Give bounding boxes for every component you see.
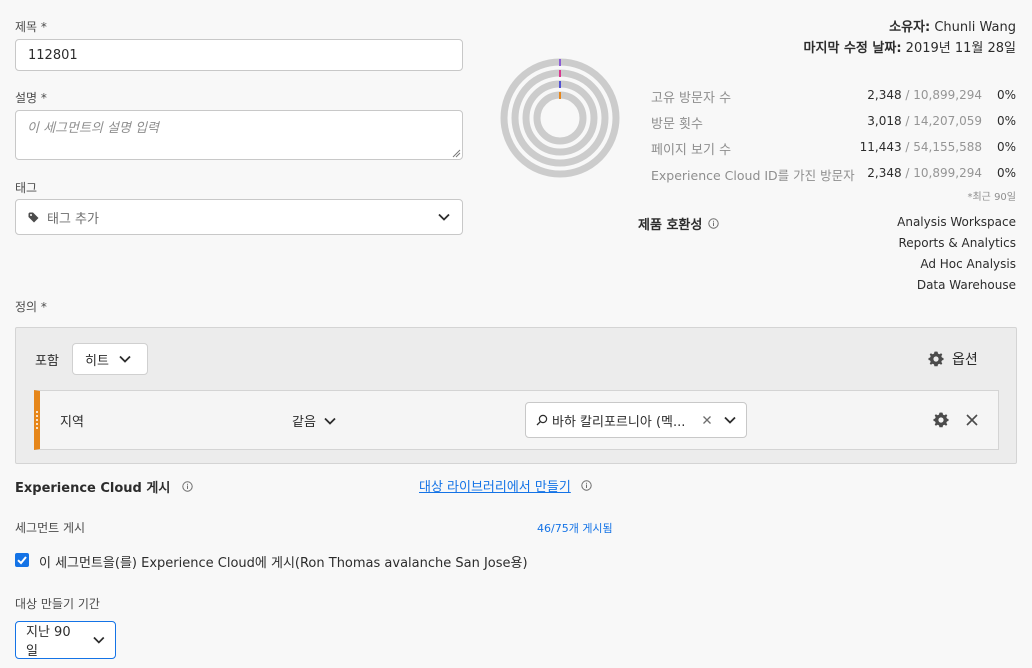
rule-dimension[interactable]: 지역 bbox=[60, 411, 84, 430]
metric-percent: 0% bbox=[996, 114, 1016, 128]
metric-name: 페이지 보기 수 bbox=[651, 143, 732, 158]
metric-count: 11,443 bbox=[859, 140, 902, 154]
drag-handle-icon[interactable] bbox=[35, 410, 39, 430]
compat-product: Data Warehouse bbox=[916, 278, 1016, 292]
chevron-down-icon bbox=[324, 417, 336, 425]
metric-count: 3,018 bbox=[867, 114, 902, 128]
metric-value: 2,348 / 10,899,294 bbox=[867, 88, 982, 102]
metric-count: 2,348 bbox=[867, 166, 902, 180]
period-value: 지난 90일 bbox=[26, 625, 71, 659]
operator-value: 같음 bbox=[292, 415, 316, 430]
compatibility-header: 제품 호환성 bbox=[638, 214, 720, 233]
metrics-note: *최근 90일 bbox=[967, 192, 1016, 203]
description-input[interactable] bbox=[15, 110, 463, 160]
metric-count: 2,348 bbox=[867, 88, 902, 102]
search-icon bbox=[536, 414, 548, 426]
tag-select[interactable]: 태그 추가 bbox=[15, 199, 463, 235]
ec-publish-label: Experience Cloud 게시 bbox=[15, 481, 171, 496]
audience-library-link[interactable]: 대상 라이브러리에서 만들기 bbox=[419, 476, 571, 495]
options-button[interactable]: 옵션 bbox=[928, 349, 978, 369]
container-type-value: 히트 bbox=[85, 353, 109, 369]
tag-label: 태그 bbox=[15, 181, 38, 195]
metric-name: 고유 방문자 수 bbox=[651, 91, 732, 106]
metric-name: Experience Cloud ID를 가진 방문자 bbox=[651, 168, 855, 183]
modified-label: 마지막 수정 날짜: bbox=[803, 41, 902, 56]
modified-date: 2019년 11월 28일 bbox=[905, 41, 1016, 56]
ring-ecid-visitors bbox=[533, 91, 587, 145]
title-input[interactable] bbox=[15, 39, 463, 71]
owner-info: 소유자: Chunli Wang bbox=[889, 16, 1016, 35]
info-icon[interactable] bbox=[182, 481, 194, 492]
publish-checkbox[interactable] bbox=[15, 553, 29, 567]
owner-name: Chunli Wang bbox=[934, 20, 1016, 35]
value-text: 바하 칼리포르니아 (멕... bbox=[552, 414, 686, 430]
info-icon[interactable] bbox=[581, 480, 592, 491]
chevron-down-icon bbox=[93, 636, 105, 644]
chevron-down-icon bbox=[438, 213, 450, 221]
description-label: 설명 * bbox=[15, 91, 47, 105]
modified-info: 마지막 수정 날짜: 2019년 11월 28일 bbox=[804, 37, 1016, 56]
metric-name: 방문 횟수 bbox=[651, 117, 703, 132]
clear-icon[interactable] bbox=[702, 415, 712, 425]
metric-total: / 54,155,588 bbox=[901, 140, 982, 154]
period-select[interactable]: 지난 90일 bbox=[15, 621, 116, 659]
close-icon[interactable] bbox=[966, 414, 978, 426]
owner-label: 소유자: bbox=[889, 20, 931, 35]
metric-value: 11,443 / 54,155,588 bbox=[860, 140, 982, 154]
compat-product: Reports & Analytics bbox=[898, 236, 1016, 250]
segment-publish-label: 세그먼트 게시 bbox=[15, 521, 86, 535]
info-icon[interactable] bbox=[708, 218, 720, 229]
metric-total: / 10,899,294 bbox=[901, 166, 982, 180]
compat-product: Analysis Workspace bbox=[897, 215, 1016, 229]
chevron-down-icon bbox=[724, 416, 736, 424]
operator-select[interactable]: 같음 bbox=[292, 411, 336, 430]
rule-row bbox=[34, 390, 999, 450]
metric-total: / 14,207,059 bbox=[901, 114, 982, 128]
value-select[interactable]: 바하 칼리포르니아 (멕... bbox=[525, 402, 747, 438]
gear-icon bbox=[928, 351, 944, 367]
metric-percent: 0% bbox=[996, 88, 1016, 102]
publish-count: 46/75개 게시됨 bbox=[537, 522, 613, 535]
metric-value: 2,348 / 10,899,294 bbox=[867, 166, 982, 180]
tag-icon bbox=[28, 212, 39, 222]
metric-percent: 0% bbox=[996, 166, 1016, 180]
library-link-wrap: 대상 라이브러리에서 만들기 bbox=[419, 476, 592, 495]
tag-placeholder: 태그 추가 bbox=[47, 211, 99, 227]
period-label: 대상 만들기 기간 bbox=[15, 597, 100, 611]
options-label: 옵션 bbox=[952, 352, 978, 368]
resize-grip-icon[interactable] bbox=[452, 149, 461, 158]
metric-percent: 0% bbox=[996, 140, 1016, 154]
ec-publish-header: Experience Cloud 게시 bbox=[15, 477, 194, 496]
checkmark-icon bbox=[17, 556, 27, 565]
compat-product: Ad Hoc Analysis bbox=[920, 257, 1016, 271]
publish-checkbox-label: 이 세그먼트을(를) Experience Cloud에 게시(Ron Thom… bbox=[39, 556, 528, 571]
include-label: 포함 bbox=[35, 354, 59, 369]
metrics-ring-chart bbox=[500, 58, 620, 178]
definition-label: 정의 * bbox=[15, 300, 47, 314]
metric-value: 3,018 / 14,207,059 bbox=[867, 114, 982, 128]
container-type-select[interactable]: 히트 bbox=[72, 343, 148, 375]
ring-unique-visitors bbox=[500, 58, 620, 178]
metric-total: / 10,899,294 bbox=[901, 88, 982, 102]
chevron-down-icon bbox=[119, 355, 131, 363]
title-label: 제목 * bbox=[15, 20, 47, 34]
compatibility-label: 제품 호환성 bbox=[638, 218, 703, 233]
rule-gear-icon[interactable] bbox=[933, 412, 949, 428]
